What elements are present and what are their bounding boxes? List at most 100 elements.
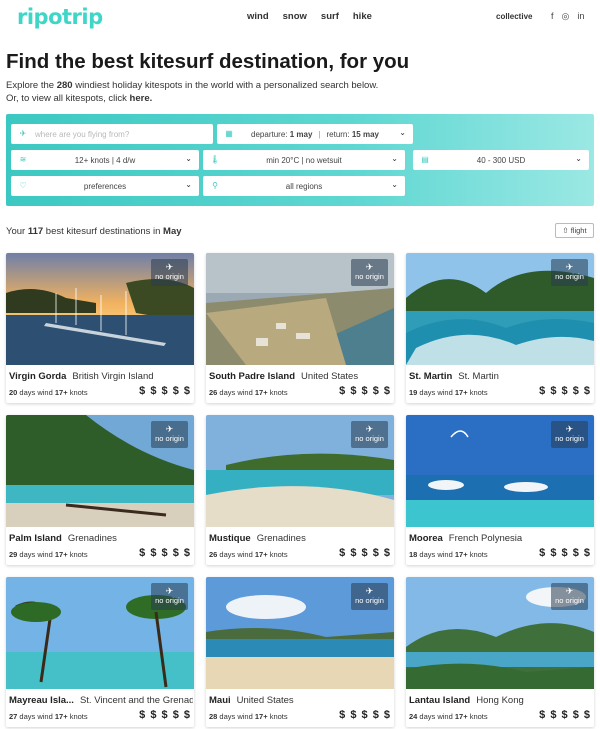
destination-country: United States xyxy=(236,695,294,706)
destination-title: South Padre Island United States xyxy=(209,371,393,382)
preferences-select[interactable]: ♡ preferences ⌄ xyxy=(11,176,199,196)
intro-text-end: windiest holiday kitespots in the world … xyxy=(72,80,379,91)
region-value: all regions xyxy=(285,181,323,191)
results-summary: Your 117 best kitesurf destinations in M… xyxy=(6,226,182,237)
origin-input[interactable]: ✈ where are you flying from? xyxy=(11,124,213,144)
destination-card-virgin-gorda[interactable]: ✈ no origin Virgin Gorda British Virgin I… xyxy=(6,253,194,403)
price-level: $ $ $ $ $ xyxy=(339,385,391,397)
destination-name: Moorea xyxy=(409,533,443,544)
wind-stats: 26 days wind 17+ knots xyxy=(209,550,288,559)
days-suffix: days wind xyxy=(417,712,455,721)
nav-hike[interactable]: hike xyxy=(353,11,372,22)
plane-takeoff-icon: ✈ xyxy=(19,129,27,138)
sort-arrow-icon: ⇧ xyxy=(562,226,569,235)
knots-suffix: knots xyxy=(467,550,488,559)
logo[interactable]: ripotrip xyxy=(17,5,103,29)
knots-suffix: knots xyxy=(267,712,288,721)
wind-knots: 17+ xyxy=(54,388,68,397)
preferences-value: preferences xyxy=(83,181,127,191)
money-icon: ▤ xyxy=(421,155,429,164)
destination-title: Lantau Island Hong Kong xyxy=(409,695,593,706)
destination-title: Palm Island Grenadines xyxy=(9,533,193,544)
destination-title: Virgin Gorda British Virgin Island xyxy=(9,371,193,382)
destination-country: British Virgin Island xyxy=(72,371,154,382)
region-select[interactable]: ⚲ all regions ⌄ xyxy=(203,176,405,196)
destination-name: Mustique xyxy=(209,533,251,544)
wind-stats: 19 days wind 17+ knots xyxy=(409,388,488,397)
destination-country: St. Martin xyxy=(458,371,499,382)
site-header: ripotrip wind snow surf hike collective … xyxy=(0,0,600,34)
linkedin-icon[interactable]: in xyxy=(577,11,584,22)
budget-value: 40 - 300 USD xyxy=(476,155,526,165)
facebook-icon[interactable]: f xyxy=(551,11,554,22)
sort-flight-label: flight xyxy=(570,226,587,235)
plane-icon: ✈ xyxy=(565,586,574,596)
price-level: $ $ $ $ $ xyxy=(539,547,591,559)
budget-select[interactable]: ▤ 40 - 300 USD ⌄ xyxy=(413,150,589,170)
heart-icon: ♡ xyxy=(19,181,27,190)
badge-label: no origin xyxy=(155,434,184,443)
location-icon: ⚲ xyxy=(212,181,218,190)
no-origin-badge: ✈ no origin xyxy=(151,259,188,286)
view-all-link[interactable]: here. xyxy=(130,93,153,104)
chevron-down-icon: ⌄ xyxy=(391,154,398,163)
plane-icon: ✈ xyxy=(365,262,374,272)
wind-stats: 29 days wind 17+ knots xyxy=(9,550,88,559)
chevron-down-icon: ⌄ xyxy=(185,154,192,163)
return-label: return: xyxy=(326,129,350,139)
destination-title: Mustique Grenadines xyxy=(209,533,393,544)
destination-card-maui[interactable]: ✈ no origin Maui United States 28 days wi… xyxy=(206,577,394,727)
knots-suffix: knots xyxy=(467,388,488,397)
days-suffix: days wind xyxy=(417,550,455,559)
chevron-down-icon: ⌄ xyxy=(391,180,398,189)
price-level: $ $ $ $ $ xyxy=(139,385,191,397)
destination-country: French Polynesia xyxy=(448,533,523,544)
nav-wind[interactable]: wind xyxy=(247,11,269,22)
instagram-icon[interactable]: ◎ xyxy=(562,11,570,22)
destination-card-st-martin[interactable]: ✈ no origin St. Martin St. Martin 19 days… xyxy=(406,253,594,403)
wind-stats: 24 days wind 17+ knots xyxy=(409,712,488,721)
destination-card-mayreau-island[interactable]: ✈ no origin Mayreau Isla... St. Vincent a… xyxy=(6,577,194,727)
no-origin-badge: ✈ no origin xyxy=(151,583,188,610)
results-mid: best kitesurf destinations in xyxy=(43,226,164,237)
nav-collective[interactable]: collective xyxy=(496,12,532,21)
destination-country: Grenadines xyxy=(256,533,306,544)
destination-country: Hong Kong xyxy=(476,695,524,706)
view-all-text: Or, to view all kitespots, click xyxy=(6,93,130,104)
date-picker[interactable]: ▦ departure: 1 may | return: 15 may ⌄ xyxy=(217,124,413,144)
days-suffix: days wind xyxy=(217,388,255,397)
nav-snow[interactable]: snow xyxy=(283,11,307,22)
days-suffix: days wind xyxy=(17,712,55,721)
price-level: $ $ $ $ $ xyxy=(539,709,591,721)
badge-label: no origin xyxy=(155,596,184,605)
destination-card-palm-island[interactable]: ✈ no origin Palm Island Grenadines 29 day… xyxy=(6,415,194,565)
badge-label: no origin xyxy=(555,272,584,281)
intro-text: Explore the xyxy=(6,80,57,91)
sort-flight-button[interactable]: ⇧ flight xyxy=(555,223,594,238)
wind-knots: 17+ xyxy=(454,712,468,721)
price-level: $ $ $ $ $ xyxy=(339,709,391,721)
nav-surf[interactable]: surf xyxy=(321,11,339,22)
destination-card-south-padre-island[interactable]: ✈ no origin South Padre Island United Sta… xyxy=(206,253,394,403)
badge-label: no origin xyxy=(355,434,384,443)
chevron-down-icon: ⌄ xyxy=(399,128,406,137)
chevron-down-icon: ⌄ xyxy=(575,154,582,163)
results-pre: Your xyxy=(6,226,28,237)
destination-card-lantau-island[interactable]: ✈ no origin Lantau Island Hong Kong 24 da… xyxy=(406,577,594,727)
knots-suffix: knots xyxy=(67,712,88,721)
days-suffix: days wind xyxy=(217,712,255,721)
no-origin-badge: ✈ no origin xyxy=(151,421,188,448)
plane-icon: ✈ xyxy=(565,424,574,434)
destination-card-mustique[interactable]: ✈ no origin Mustique Grenadines 26 days w… xyxy=(206,415,394,565)
destination-card-moorea[interactable]: ✈ no origin Moorea French Polynesia 18 da… xyxy=(406,415,594,565)
wind-stats: 27 days wind 17+ knots xyxy=(9,712,88,721)
destination-country: St. Vincent and the Grenadi... xyxy=(79,695,193,706)
search-panel: ✈ where are you flying from? ▦ departure… xyxy=(6,114,594,206)
wind-knots: 17+ xyxy=(254,712,268,721)
view-all-line: Or, to view all kitespots, click here. xyxy=(6,93,152,104)
temperature-select[interactable]: 🌡 min 20°C | no wetsuit ⌄ xyxy=(203,150,405,170)
price-level: $ $ $ $ $ xyxy=(139,547,191,559)
wind-select[interactable]: ≋ 12+ knots | 4 d/w ⌄ xyxy=(11,150,199,170)
badge-label: no origin xyxy=(155,272,184,281)
no-origin-badge: ✈ no origin xyxy=(351,583,388,610)
